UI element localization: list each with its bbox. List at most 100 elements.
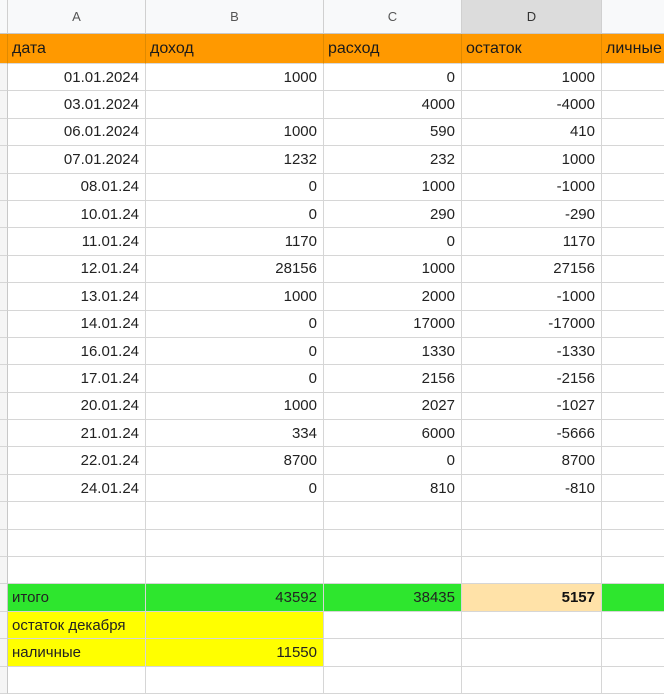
date-cell[interactable]: 24.01.24 — [8, 474, 146, 503]
balance-cell[interactable]: -1000 — [462, 173, 602, 201]
personal-cell[interactable] — [602, 283, 664, 311]
personal-cell[interactable] — [602, 146, 664, 174]
empty-cell[interactable] — [324, 529, 462, 558]
row-number-cell[interactable] — [0, 447, 8, 475]
column-header-b[interactable]: B — [146, 0, 324, 34]
corner-cell[interactable] — [0, 0, 8, 34]
row-number-cell[interactable] — [0, 228, 8, 256]
empty-cell[interactable] — [324, 611, 462, 640]
row-number-cell[interactable] — [0, 91, 8, 119]
empty-cell[interactable] — [462, 639, 602, 667]
empty-cell[interactable] — [602, 667, 664, 694]
column-header-a[interactable]: A — [8, 0, 146, 34]
empty-cell[interactable] — [462, 557, 602, 585]
column-header-d[interactable]: D — [462, 0, 602, 34]
income-cell[interactable]: 0 — [146, 173, 324, 201]
empty-cell[interactable] — [146, 529, 324, 558]
row-number-cell[interactable] — [0, 337, 8, 366]
personal-cell[interactable] — [602, 91, 664, 119]
expense-cell[interactable]: 2000 — [324, 283, 462, 311]
income-cell[interactable]: 0 — [146, 365, 324, 393]
income-cell[interactable]: 1000 — [146, 283, 324, 311]
expense-cell[interactable]: 232 — [324, 146, 462, 174]
totals-label[interactable]: итого — [8, 584, 146, 612]
income-cell[interactable]: 0 — [146, 200, 324, 229]
row-number-cell[interactable] — [0, 639, 8, 667]
personal-cell[interactable] — [602, 64, 664, 92]
income-cell[interactable]: 1232 — [146, 146, 324, 174]
balance-cell[interactable]: 8700 — [462, 447, 602, 475]
date-cell[interactable]: 06.01.2024 — [8, 118, 146, 147]
row-number-cell[interactable] — [0, 420, 8, 448]
personal-cell[interactable] — [602, 365, 664, 393]
date-cell[interactable]: 20.01.24 — [8, 392, 146, 421]
header-income[interactable]: доход — [146, 34, 324, 64]
income-cell[interactable]: 1000 — [146, 118, 324, 147]
date-cell[interactable]: 12.01.24 — [8, 255, 146, 284]
personal-cell[interactable] — [602, 228, 664, 256]
balance-cell[interactable]: 1000 — [462, 146, 602, 174]
personal-cell[interactable] — [602, 338, 664, 366]
date-cell[interactable]: 01.01.2024 — [8, 64, 146, 92]
empty-cell[interactable] — [602, 530, 664, 558]
totals-income[interactable]: 43592 — [146, 584, 324, 612]
income-cell[interactable]: 28156 — [146, 255, 324, 284]
header-date[interactable]: дата — [8, 34, 146, 64]
empty-cell[interactable] — [602, 639, 664, 667]
december-balance-label[interactable]: остаток декабря — [8, 611, 146, 640]
row-number-cell[interactable] — [0, 255, 8, 284]
balance-cell[interactable]: 410 — [462, 118, 602, 147]
date-cell[interactable]: 08.01.24 — [8, 173, 146, 201]
empty-cell[interactable] — [602, 612, 664, 640]
personal-cell[interactable] — [602, 256, 664, 284]
expense-cell[interactable]: 0 — [324, 228, 462, 256]
totals-balance[interactable]: 5157 — [462, 584, 602, 612]
row-number-cell[interactable] — [0, 64, 8, 92]
expense-cell[interactable]: 0 — [324, 64, 462, 92]
personal-cell[interactable] — [602, 311, 664, 338]
personal-cell[interactable] — [602, 119, 664, 147]
expense-cell[interactable]: 2027 — [324, 392, 462, 421]
balance-cell[interactable]: -1027 — [462, 392, 602, 421]
date-cell[interactable]: 07.01.2024 — [8, 146, 146, 174]
balance-cell[interactable]: -290 — [462, 200, 602, 229]
expense-cell[interactable]: 1000 — [324, 173, 462, 201]
december-balance-value[interactable] — [146, 611, 324, 640]
empty-cell[interactable] — [324, 639, 462, 667]
column-header-e[interactable] — [602, 0, 664, 34]
row-number-cell[interactable] — [0, 34, 8, 64]
empty-cell[interactable] — [462, 502, 602, 530]
row-number-cell[interactable] — [0, 584, 8, 612]
expense-cell[interactable]: 290 — [324, 200, 462, 229]
cash-label[interactable]: наличные — [8, 639, 146, 667]
header-balance[interactable]: остаток — [462, 34, 602, 64]
personal-cell[interactable] — [602, 174, 664, 201]
date-cell[interactable]: 17.01.24 — [8, 365, 146, 393]
balance-cell[interactable]: -4000 — [462, 91, 602, 119]
empty-cell[interactable] — [602, 557, 664, 585]
personal-cell[interactable] — [602, 393, 664, 421]
empty-cell[interactable] — [324, 666, 462, 694]
personal-cell[interactable] — [602, 201, 664, 229]
totals-personal[interactable] — [602, 584, 664, 612]
expense-cell[interactable]: 590 — [324, 118, 462, 147]
date-cell[interactable]: 16.01.24 — [8, 337, 146, 366]
balance-cell[interactable]: 27156 — [462, 255, 602, 284]
empty-cell[interactable] — [324, 502, 462, 530]
income-cell[interactable]: 8700 — [146, 447, 324, 475]
date-cell[interactable]: 10.01.24 — [8, 200, 146, 229]
personal-cell[interactable] — [602, 447, 664, 475]
row-number-cell[interactable] — [0, 365, 8, 393]
balance-cell[interactable]: 1170 — [462, 228, 602, 256]
expense-cell[interactable]: 1330 — [324, 337, 462, 366]
date-cell[interactable]: 13.01.24 — [8, 283, 146, 311]
expense-cell[interactable]: 0 — [324, 447, 462, 475]
expense-cell[interactable]: 2156 — [324, 365, 462, 393]
row-number-cell[interactable] — [0, 310, 8, 338]
row-number-cell[interactable] — [0, 173, 8, 201]
row-number-cell[interactable] — [0, 557, 8, 585]
header-personal[interactable]: личные — [602, 34, 664, 64]
expense-cell[interactable]: 17000 — [324, 310, 462, 338]
income-cell[interactable]: 0 — [146, 310, 324, 338]
personal-cell[interactable] — [602, 420, 664, 448]
